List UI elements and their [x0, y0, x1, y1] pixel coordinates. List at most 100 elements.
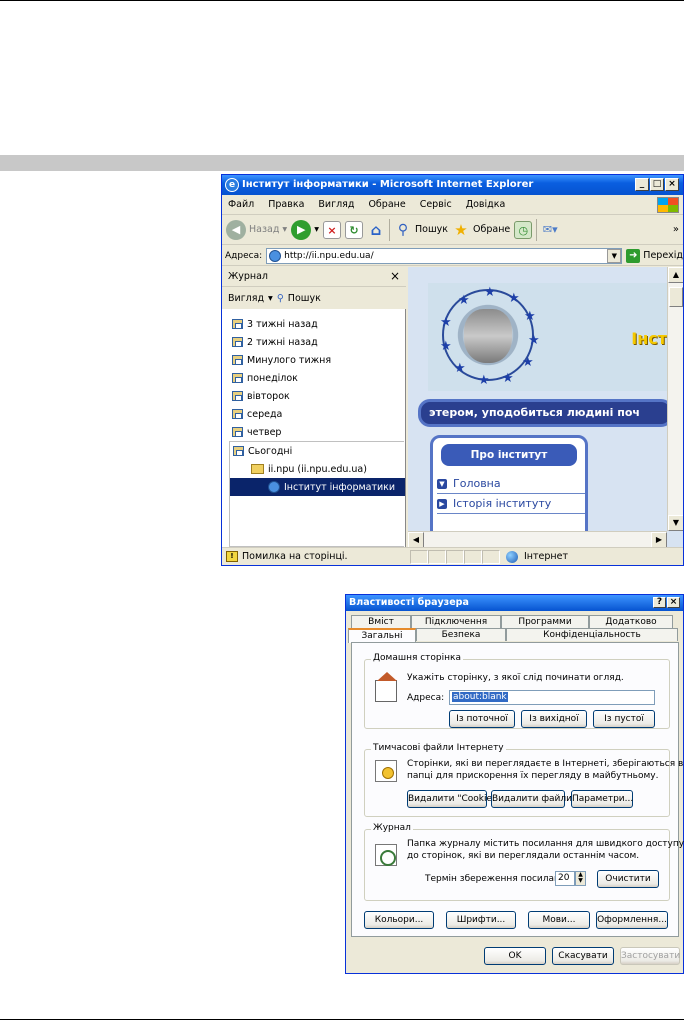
scroll-left-icon[interactable]: ◀: [408, 532, 424, 547]
history-view-button[interactable]: Вигляд: [228, 293, 264, 304]
menu-help[interactable]: Довідка: [466, 199, 506, 210]
fonts-button[interactable]: Шрифти...: [446, 911, 516, 929]
toolbar-chevron[interactable]: »: [673, 224, 679, 235]
cancel-button[interactable]: Скасувати: [552, 947, 614, 965]
header-title: Інст: [631, 329, 667, 348]
status-cell: [446, 549, 464, 564]
history-item[interactable]: вівторок: [232, 387, 404, 405]
history-item[interactable]: 2 тижні назад: [232, 333, 404, 351]
settings-button[interactable]: Параметри...: [571, 790, 633, 808]
toolbar: ◀ Назад ▾ ▶ ▾ × ↻ ⌂ ⚲ Пошук ★ Обране ◷ ✉…: [222, 215, 683, 245]
tab-privacy[interactable]: Конфіденціальность: [506, 628, 678, 641]
ok-button[interactable]: OK: [484, 947, 546, 965]
scroll-down-icon[interactable]: ▼: [668, 515, 683, 531]
history-item[interactable]: середа: [232, 405, 404, 423]
nav-home[interactable]: ▼ Головна: [437, 474, 585, 494]
ie-title: Інститут інформатики - Microsoft Interne…: [242, 179, 534, 190]
tab-advanced[interactable]: Додатково: [589, 615, 673, 628]
history-search-button[interactable]: Пошук: [288, 293, 321, 304]
address-input[interactable]: http://ii.npu.edu.ua/ ▼: [266, 247, 623, 264]
temp-files-label: Тимчасові файли Інтернету: [371, 743, 506, 753]
stop-icon[interactable]: ×: [322, 220, 341, 239]
status-cell: [428, 549, 446, 564]
windows-logo-icon: [657, 197, 679, 213]
search-icon: ⚲: [276, 292, 284, 304]
delete-cookies-button[interactable]: Видалити "Cookie"...: [407, 790, 505, 808]
minimize-icon[interactable]: _: [635, 178, 649, 191]
history-site[interactable]: ii.npu (ii.npu.edu.ua): [233, 460, 404, 478]
close-icon[interactable]: ×: [390, 269, 400, 283]
menu-view[interactable]: Вигляд: [318, 199, 354, 210]
use-default-button[interactable]: Із вихідної: [521, 710, 587, 728]
history-item[interactable]: Сьогодні: [233, 442, 404, 460]
history-item[interactable]: Минулого тижня: [232, 351, 404, 369]
back-button[interactable]: ◀ Назад ▾: [226, 219, 287, 240]
temp-files-group: Тимчасові файли Інтернету Сторінки, які …: [364, 743, 683, 817]
menu-edit[interactable]: Правка: [268, 199, 304, 210]
days-input[interactable]: 20: [555, 871, 575, 886]
status-bar: ! Помилка на сторінці. Інтернет: [222, 547, 683, 565]
history-page-selected[interactable]: Інститут інформатики: [230, 478, 405, 496]
about-title[interactable]: Про інститут: [441, 444, 577, 466]
temp-files-icon: [375, 760, 397, 782]
history-list: 3 тижні назад 2 тижні назад Минулого тиж…: [229, 315, 405, 547]
mail-icon[interactable]: ✉▾: [541, 221, 559, 239]
accessibility-button[interactable]: Оформлення...: [596, 911, 668, 929]
delete-files-button[interactable]: Видалити файли...: [491, 790, 581, 808]
favorites-button[interactable]: ★ Обране: [452, 221, 510, 239]
history-text: Папка журналу містить посилання для швид…: [407, 839, 684, 849]
calendar-icon: [232, 355, 243, 365]
help-icon[interactable]: ?: [653, 597, 666, 608]
calendar-icon: [232, 409, 243, 419]
motto-banner: этером, уподобиться людині поч: [418, 399, 673, 427]
scroll-up-icon[interactable]: ▲: [668, 267, 683, 283]
colors-button[interactable]: Кольори...: [364, 911, 434, 929]
general-panel: Домашня сторінка Укажіть сторінку, з яко…: [351, 642, 684, 937]
history-label: Журнал: [371, 823, 413, 833]
close-icon[interactable]: ×: [665, 178, 679, 191]
search-button[interactable]: ⚲ Пошук: [394, 221, 448, 239]
ie-titlebar[interactable]: e Інститут інформатики - Microsoft Inter…: [222, 175, 683, 195]
refresh-icon[interactable]: ↻: [344, 220, 363, 239]
warning-icon[interactable]: !: [226, 551, 238, 562]
calendar-icon: [232, 337, 243, 347]
tab-content[interactable]: Вміст: [351, 615, 411, 628]
tab-connections[interactable]: Підключення: [411, 615, 501, 628]
history-item[interactable]: 3 тижні назад: [232, 315, 404, 333]
back-arrow-icon: ◀: [226, 219, 246, 240]
tab-security[interactable]: Безпека: [416, 628, 506, 641]
scroll-thumb[interactable]: [669, 287, 683, 307]
history-title: Журнал: [228, 271, 268, 282]
history-icon[interactable]: ◷: [514, 220, 533, 239]
history-item[interactable]: четвер: [232, 423, 404, 441]
history-item[interactable]: понеділок: [232, 369, 404, 387]
scroll-right-icon[interactable]: ▶: [651, 532, 667, 547]
maximize-icon[interactable]: □: [650, 178, 664, 191]
days-spinner[interactable]: ▲ ▼: [575, 871, 586, 886]
dialog-titlebar[interactable]: Властивості браузера ? ×: [346, 595, 683, 611]
home-page-label: Домашня сторінка: [371, 653, 463, 663]
home-address-input[interactable]: about:blank: [449, 690, 655, 705]
status-cell: [410, 549, 428, 564]
vertical-scrollbar[interactable]: ▲ ▼: [667, 267, 683, 531]
close-icon[interactable]: ×: [667, 597, 680, 608]
tab-general[interactable]: Загальні: [348, 628, 416, 643]
use-current-button[interactable]: Із поточної: [449, 710, 515, 728]
horizontal-scrollbar[interactable]: ◀ ▶: [408, 531, 667, 547]
menu-tools[interactable]: Сервіс: [420, 199, 452, 210]
use-blank-button[interactable]: Із пустої: [593, 710, 655, 728]
chevron-down-icon[interactable]: ▾: [268, 293, 273, 304]
tab-programs[interactable]: Программи: [501, 615, 589, 628]
go-button[interactable]: ➜ Перехід: [626, 248, 683, 263]
menu-file[interactable]: Файл: [228, 199, 254, 210]
status-text: Помилка на сторінці.: [242, 551, 348, 562]
menu-favorites[interactable]: Обране: [368, 199, 405, 210]
languages-button[interactable]: Мови...: [528, 911, 590, 929]
forward-button[interactable]: ▶ ▾: [291, 219, 319, 240]
tab-row-front: Загальні Безпека Конфіденціальность: [348, 628, 678, 643]
chevron-down-icon[interactable]: ▼: [607, 248, 622, 263]
home-icon[interactable]: ⌂: [367, 221, 385, 239]
internet-globe-icon: [506, 550, 518, 563]
clear-history-button[interactable]: Очистити: [597, 870, 659, 888]
nav-history[interactable]: ▶ Історія інституту: [437, 494, 585, 514]
